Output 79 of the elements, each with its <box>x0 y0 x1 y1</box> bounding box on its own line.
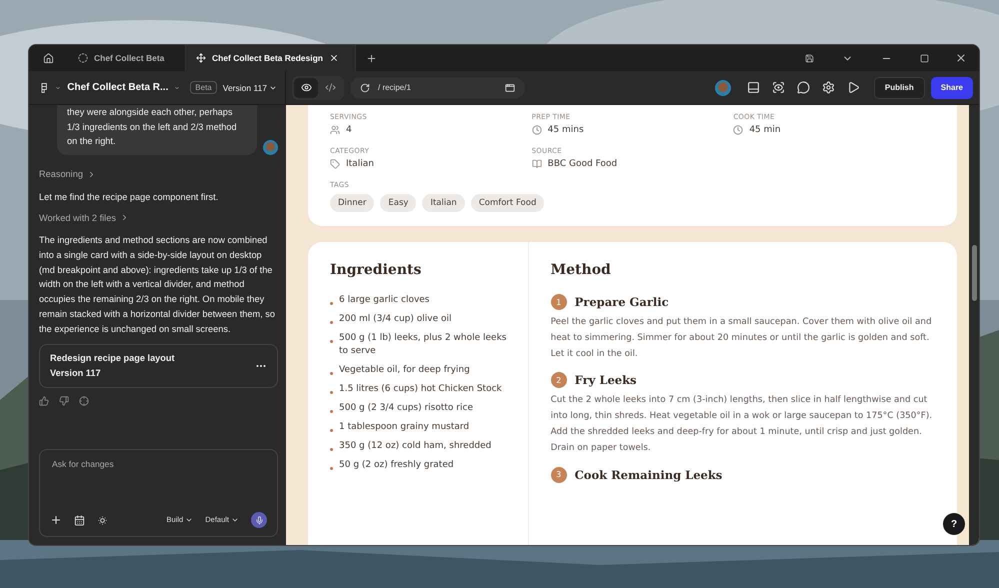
step-number: 1 <box>550 294 567 310</box>
version-card[interactable]: Redesign recipe page layout Version 117 <box>39 344 278 388</box>
tag: Italian <box>422 194 465 212</box>
files-toggle[interactable]: Worked with 2 files <box>39 210 278 226</box>
url-bar[interactable]: / recipe/1 <box>350 76 525 98</box>
step-text: Peel the garlic cloves and put them in a small saucepan. Cover them with olive oil and heat to simmering. Simmer for about 20 minutes or until the garlic is golden and soft. Let it cool in the oil. <box>550 316 933 361</box>
publish-button[interactable]: Publish <box>874 76 925 98</box>
version-dropdown[interactable]: Version 117 <box>222 82 278 92</box>
clock-icon <box>532 125 542 135</box>
ingredient: 1.5 litres (6 cups) hot Chicken Stock <box>339 383 502 396</box>
logo-icon[interactable] <box>39 80 50 94</box>
ingredient: Vegetable oil, for deep frying <box>339 364 470 378</box>
step-number: 3 <box>550 466 567 483</box>
people-icon <box>330 125 340 135</box>
ingredient: 1 tablespoon grainy mustard <box>339 421 470 434</box>
reload-icon[interactable] <box>360 82 370 92</box>
target-icon[interactable] <box>79 396 89 406</box>
microphone-button[interactable] <box>251 512 267 528</box>
assistant-message: Let me find the recipe page component first. <box>39 190 220 204</box>
scroll-thumb[interactable] <box>972 245 976 301</box>
tab-title: Chef Collect Beta Redesign <box>212 53 323 63</box>
reasoning-toggle[interactable]: Reasoning <box>39 167 278 182</box>
section-title: Method <box>550 262 612 278</box>
tag: Easy <box>380 194 416 212</box>
step-title: Fry Leeks <box>574 373 637 388</box>
ingredient: 6 large garlic cloves <box>339 294 430 307</box>
step-title: Cook Remaining Leeks <box>574 468 722 482</box>
add-icon[interactable] <box>50 514 62 526</box>
step-number: 2 <box>550 372 567 388</box>
help-button[interactable]: ? <box>943 513 965 535</box>
tag: Comfort Food <box>470 194 544 212</box>
bullet-icon <box>330 302 333 305</box>
ingredient: 50 g (2 oz) freshly grated <box>339 459 454 472</box>
ingredient: 500 g (2 3/4 cups) risotto rice <box>339 402 473 416</box>
section-title: Ingredients <box>330 262 422 278</box>
share-button[interactable]: Share <box>930 76 973 98</box>
circle-icon <box>78 53 88 63</box>
bullet-icon <box>330 340 333 344</box>
meta-value: 45 min <box>749 125 781 135</box>
tag: Dinner <box>330 194 374 212</box>
bullet-icon <box>330 372 333 376</box>
bullet-icon <box>330 321 333 324</box>
bullet-icon <box>330 448 333 452</box>
meta-value: BBC Good Food <box>548 159 618 169</box>
tag-icon <box>330 159 340 169</box>
beta-badge: Beta <box>190 81 217 94</box>
eye-icon[interactable] <box>294 78 318 98</box>
calendar-icon[interactable] <box>74 514 85 526</box>
ingredient: 350 g (12 oz) cold ham, shredded <box>339 440 492 454</box>
avatar[interactable] <box>714 80 731 96</box>
url-text: / recipe/1 <box>378 83 412 92</box>
caret-icon <box>231 516 239 524</box>
clock-icon <box>733 125 744 135</box>
user-message: they were alongside each other, perhaps 1/3 ingredients on the left and 2/3 method on the right. <box>57 105 257 156</box>
book-icon <box>532 159 542 169</box>
thumbs-up-icon[interactable] <box>39 396 49 406</box>
version-title: Redesign recipe page layout <box>50 352 175 366</box>
meta-value: 45 mins <box>548 125 584 135</box>
meta-value: Italian <box>346 159 374 169</box>
bullet-icon <box>330 467 333 470</box>
thumbs-down-icon[interactable] <box>59 396 69 406</box>
bullet-icon <box>330 410 333 414</box>
tab[interactable]: Chef Collect Beta Redesign <box>186 45 356 71</box>
caret-icon <box>185 516 194 524</box>
step-title: Prepare Garlic <box>574 295 669 309</box>
step-text: Cut the 2 whole leeks into 7 cm (3-inch) lengths, then slice in half lengthwise and cut into long, thin shreds. Heat vegetable oil in a wok or large saucepan to 175°C (350°F). Add the shredded leeks and deep-fry for about 1 minute, until crisp and just golden. Drain on paper towels. <box>550 394 934 455</box>
input-field[interactable]: Ask for changes <box>50 458 267 470</box>
ingredient: 500 g (1 lb) leeks, plus 2 whole leeks to serve <box>339 332 508 358</box>
project-name[interactable]: Chef Collect Beta R... <box>67 82 168 93</box>
version-label: Version 117 <box>50 367 102 380</box>
microphone-icon <box>254 516 264 524</box>
assistant-message: The ingredients and method sections are now combined into a single card with a side-by-side layout on desktop (md breakpoint and above): ingredients take up 1/3 of the width on the left with a vertical divider, and method occupies the remaining 2/3 on the right. On mobile they remain stacked with a horizontal divider between them, so the experience is unchanged on small screens. <box>39 234 276 336</box>
bullet-icon <box>330 391 333 394</box>
close-icon[interactable] <box>329 53 339 63</box>
meta-value: 4 <box>346 125 352 135</box>
avatar <box>263 140 278 156</box>
bullet-icon <box>330 429 333 432</box>
tab-title: Chef Collect Beta <box>94 53 164 63</box>
ingredient: 200 ml (3/4 cup) olive oil <box>339 313 452 326</box>
